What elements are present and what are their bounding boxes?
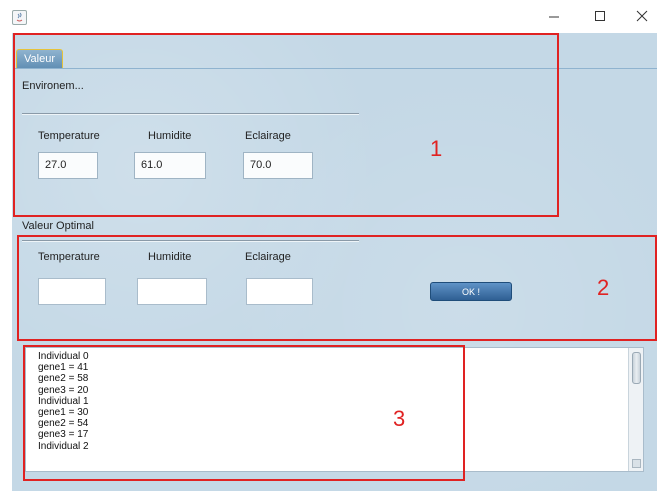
optimal-heading: Valeur Optimal <box>22 220 94 232</box>
title-bar <box>0 0 657 32</box>
annotation-number-2: 2 <box>597 275 610 300</box>
java-app-icon <box>12 10 27 25</box>
minimize-button[interactable] <box>539 4 569 28</box>
scrollbar-thumb[interactable] <box>632 352 641 384</box>
scroll-down-icon[interactable] <box>632 459 641 468</box>
annotation-box-2 <box>17 235 657 341</box>
maximize-button[interactable] <box>585 4 615 28</box>
annotation-number-1: 1 <box>430 136 443 161</box>
minimize-icon <box>549 16 559 18</box>
annotation-box-1 <box>13 33 559 217</box>
close-icon <box>636 10 648 22</box>
output-scrollbar[interactable] <box>628 348 643 471</box>
maximize-icon <box>595 11 605 21</box>
annotation-number-3: 3 <box>393 406 406 431</box>
close-button[interactable] <box>627 4 657 28</box>
